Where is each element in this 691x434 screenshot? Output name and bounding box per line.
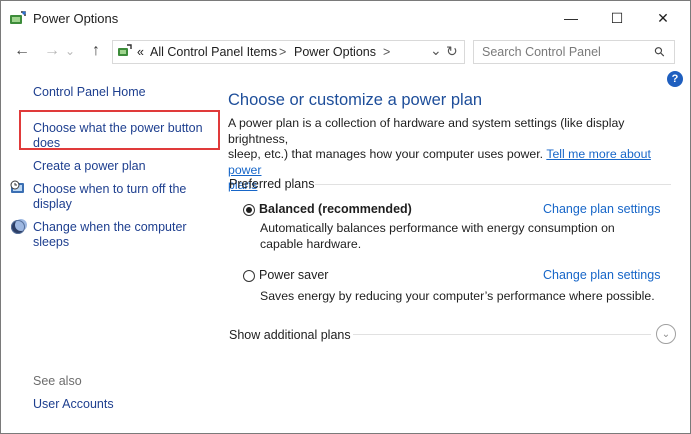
chevron-down-icon: ⌄: [661, 328, 671, 340]
sidebar-user-accounts[interactable]: User Accounts: [33, 397, 114, 412]
see-also-heading: See also: [33, 374, 82, 388]
show-additional-plans-label[interactable]: Show additional plans: [229, 328, 351, 342]
moon-sleep-icon: [10, 219, 27, 235]
search-box[interactable]: Search Control Panel ⚲: [473, 40, 675, 64]
sidebar-turn-off-display[interactable]: Choose when to turn off the display: [33, 182, 186, 212]
up-arrow-icon: ↑: [92, 42, 100, 59]
section-divider: [315, 184, 671, 185]
sidebar-item-label: Choose what the power button: [33, 121, 203, 135]
sidebar-item-label: Change when the computer: [33, 220, 187, 234]
power-options-app-icon: [9, 10, 27, 26]
address-overflow-chevron[interactable]: «: [137, 45, 144, 59]
intro-text-line: sleep, etc.) that manages how your compu…: [228, 147, 678, 178]
balanced-description: Automatically balances performance with …: [260, 220, 650, 252]
sidebar-item-label: does: [33, 136, 61, 150]
minimize-button[interactable]: —: [548, 1, 594, 35]
sidebar-create-power-plan[interactable]: Create a power plan: [33, 159, 146, 174]
help-icon[interactable]: ?: [667, 71, 683, 87]
breadcrumb-separator-icon[interactable]: >: [383, 45, 390, 59]
recent-locations-button[interactable]: ⌄: [63, 39, 77, 63]
search-input[interactable]: Search Control Panel: [482, 45, 601, 59]
balanced-change-plan-link[interactable]: Change plan settings: [543, 202, 660, 216]
maximize-icon: ☐: [610, 9, 624, 26]
close-icon: ✕: [657, 9, 669, 26]
chevron-down-icon: ⌄: [64, 44, 76, 58]
sidebar-choose-power-button[interactable]: Choose what the power button does: [33, 121, 203, 151]
plan-name-balanced[interactable]: Balanced (recommended): [259, 202, 412, 216]
power-saver-radio[interactable]: [243, 270, 255, 282]
search-icon[interactable]: ⚲: [651, 43, 669, 61]
address-bar[interactable]: « All Control Panel Items > Power Option…: [112, 40, 465, 64]
intro-text: sleep, etc.) that manages how your compu…: [228, 147, 544, 161]
minimize-icon: —: [564, 10, 578, 26]
preferred-plans-heading: Preferred plans: [229, 177, 315, 191]
clock-monitor-icon: [10, 180, 27, 196]
close-button[interactable]: ✕: [640, 1, 686, 35]
breadcrumb-all-control-panel-items[interactable]: All Control Panel Items: [150, 45, 277, 59]
maximize-button[interactable]: ☐: [594, 1, 640, 35]
back-arrow-icon: ←: [14, 42, 30, 59]
control-panel-icon: [117, 44, 133, 59]
sidebar-change-sleep[interactable]: Change when the computer sleeps: [33, 220, 187, 250]
breadcrumb-separator-icon[interactable]: >: [279, 45, 286, 59]
back-button[interactable]: ←: [11, 39, 33, 63]
balanced-radio[interactable]: [243, 204, 255, 216]
expand-additional-plans-button[interactable]: ⌄: [656, 324, 676, 344]
forward-button[interactable]: →: [41, 39, 63, 63]
power-saver-description: Saves energy by reducing your computer’s…: [260, 289, 655, 303]
power-saver-change-plan-link[interactable]: Change plan settings: [543, 268, 660, 282]
window-title: Power Options: [33, 11, 119, 26]
sidebar-control-panel-home[interactable]: Control Panel Home: [33, 85, 146, 100]
breadcrumb-power-options[interactable]: Power Options: [294, 45, 376, 59]
up-button[interactable]: ↑: [85, 39, 107, 63]
section-divider: [353, 334, 651, 335]
sidebar-item-label: sleeps: [33, 235, 70, 249]
plan-description-line: Automatically balances performance with …: [260, 221, 615, 235]
refresh-icon[interactable]: ↻: [446, 43, 458, 60]
intro-text-line: A power plan is a collection of hardware…: [228, 116, 625, 146]
sidebar-item-label: Choose when to turn off the: [33, 182, 187, 196]
power-options-window: Power Options — ☐ ✕ ← → ⌄ ↑ « All Contro…: [0, 0, 691, 434]
address-dropdown-icon[interactable]: ⌄: [430, 42, 442, 59]
page-title: Choose or customize a power plan: [228, 91, 483, 109]
plan-description-line: capable hardware.: [260, 237, 362, 251]
plan-name-power-saver[interactable]: Power saver: [259, 268, 328, 282]
forward-arrow-icon: →: [44, 42, 60, 59]
sidebar-item-label: display: [33, 197, 72, 211]
